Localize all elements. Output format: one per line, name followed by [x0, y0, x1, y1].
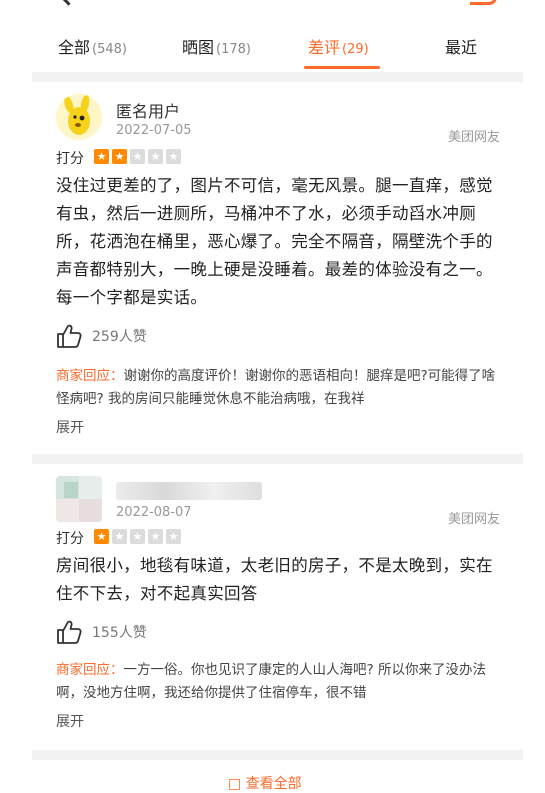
- tab-count: (29): [342, 42, 369, 57]
- merchant-reply: 商家回应：谢谢你的高度评价！谢谢你的恶语相向！腿痒是吧?可能得了啥怪病吧? 我的…: [56, 365, 506, 411]
- rating-stars: ★ ★ ★ ★ ★: [94, 149, 184, 164]
- like-count: 155人赞: [92, 625, 147, 641]
- active-tab-indicator: [304, 66, 380, 69]
- like-count: 259人赞: [92, 329, 147, 345]
- star-icon: ★: [94, 529, 109, 544]
- filter-tabs: 全部 (548) 晒图 (178) 差评 (29) 最近: [32, 28, 523, 72]
- review-date: 2022-08-07: [116, 505, 192, 520]
- rating-label: 打分: [56, 531, 84, 547]
- star-icon: ★: [112, 529, 127, 544]
- reply-label: 商家回应：: [56, 662, 124, 678]
- star-icon: ★: [130, 149, 145, 164]
- review-date: 2022-07-05: [116, 123, 192, 138]
- review-source: 美团网友: [447, 130, 500, 145]
- tab-recent[interactable]: 最近: [445, 34, 477, 58]
- thumbs-up-icon: [57, 620, 82, 644]
- star-icon: ★: [112, 149, 127, 164]
- star-icon: ★: [130, 529, 145, 544]
- review-text: 没住过更差的了，图片不可信，毫无风景。腿一直痒，感觉有虫，然后一进厕所，马桶冲不…: [56, 176, 493, 307]
- expand-link[interactable]: 展开: [56, 417, 84, 437]
- top-bar: [0, 0, 545, 8]
- username: 匿名用户: [116, 102, 181, 121]
- username-redacted: [116, 482, 262, 500]
- rating-stars: ★ ★ ★ ★ ★: [94, 529, 184, 544]
- tab-label: 晒图: [182, 38, 215, 57]
- view-all-button[interactable]: □ 查看全部: [228, 773, 302, 793]
- merchant-reply: 商家回应：一方一俗。你也见识了康定的人山人海吧? 所以你来了没办法啊，没地方住啊…: [56, 659, 506, 705]
- tab-photos[interactable]: 晒图 (178): [182, 34, 251, 58]
- avatar: [56, 476, 102, 522]
- blurred-avatar: [56, 476, 102, 522]
- avatar: [56, 94, 102, 140]
- star-icon: ★: [166, 529, 181, 544]
- rating-label: 打分: [56, 151, 84, 167]
- mascot-icon: [56, 94, 102, 140]
- thumbs-up-icon: [57, 324, 82, 348]
- like-button[interactable]: 259人赞: [56, 324, 147, 348]
- tab-label: 最近: [445, 38, 478, 57]
- star-icon: ★: [148, 529, 163, 544]
- star-icon: ★: [94, 149, 109, 164]
- like-button[interactable]: 155人赞: [56, 620, 147, 644]
- review-card: 2022-08-07 美团网友 打分 ★ ★ ★ ★ ★ 房间很小，地毯有味道，太老旧的…: [32, 464, 523, 750]
- review-text: 房间很小，地毯有味道，太老旧的房子，不是太晚到，实在住不下去，对不起真实回答: [56, 556, 493, 603]
- star-icon: ★: [148, 149, 163, 164]
- review-card: 匿名用户 2022-07-05 美团网友 打分 ★ ★ ★ ★ ★ 没住过更差的了，图片…: [32, 82, 523, 454]
- back-arrow-icon[interactable]: [59, 0, 78, 6]
- reply-label: 商家回应：: [56, 368, 124, 384]
- tab-negative[interactable]: 差评 (29): [308, 34, 369, 58]
- share-icon[interactable]: [470, 0, 497, 5]
- tab-label: 差评: [308, 38, 341, 57]
- divider: [32, 454, 523, 464]
- tab-count: (178): [216, 42, 251, 57]
- tab-count: (548): [92, 42, 127, 57]
- tab-all[interactable]: 全部 (548): [58, 34, 127, 58]
- review-source: 美团网友: [447, 512, 500, 527]
- tab-label: 全部: [58, 38, 91, 57]
- divider: [32, 750, 523, 760]
- expand-link[interactable]: 展开: [56, 711, 84, 731]
- divider: [32, 72, 523, 82]
- star-icon: ★: [166, 149, 181, 164]
